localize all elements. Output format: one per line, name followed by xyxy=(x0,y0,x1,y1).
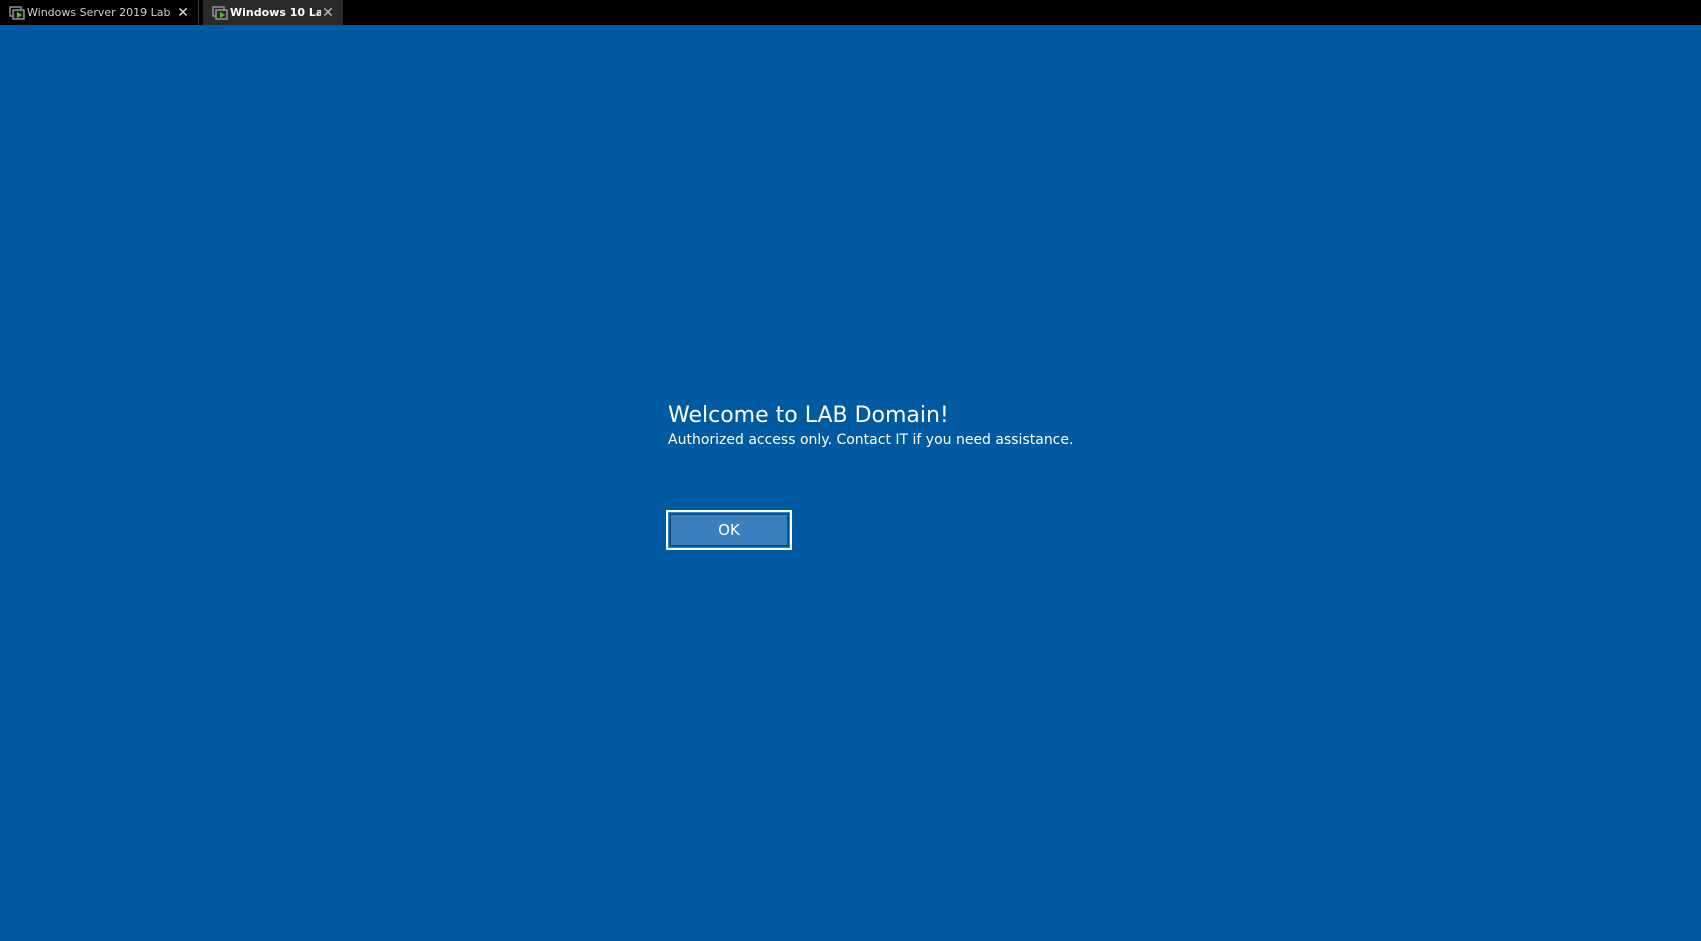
notice-message: Authorized access only. Contact IT if yo… xyxy=(668,432,1074,448)
tab-divider xyxy=(198,0,199,25)
vm-icon xyxy=(212,5,228,20)
ok-button-label: OK xyxy=(718,521,740,539)
logon-notice: Welcome to LAB Domain! Authorized access… xyxy=(668,402,1073,450)
notice-title: Welcome to LAB Domain! xyxy=(668,403,949,428)
ok-button[interactable]: OK xyxy=(666,510,792,550)
tab-label: Windows Server 2019 Lab xyxy=(27,6,171,19)
vm-tab-bar: Windows Server 2019 Lab ✕ Windows 10 Lab… xyxy=(0,0,1701,25)
tab-label: Windows 10 Lab xyxy=(230,6,321,19)
close-icon[interactable]: ✕ xyxy=(321,6,335,20)
close-icon[interactable]: ✕ xyxy=(176,6,190,20)
tab-windows-10-lab[interactable]: Windows 10 Lab ✕ xyxy=(203,0,343,25)
vm-icon xyxy=(9,5,25,20)
tab-windows-server-2019-lab[interactable]: Windows Server 2019 Lab ✕ xyxy=(0,0,198,25)
vm-screen xyxy=(0,25,1701,941)
